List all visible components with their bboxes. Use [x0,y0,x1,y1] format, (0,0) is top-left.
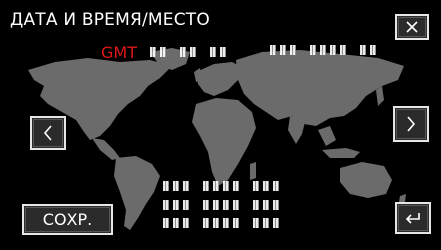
close-button[interactable] [395,14,429,40]
return-button[interactable] [395,202,431,234]
save-button[interactable]: СОХР. [22,204,113,235]
return-icon [403,210,423,226]
close-icon [405,20,419,34]
timezone-offset-masked [150,47,226,57]
city-line-1-masked [163,181,279,191]
city-line-3-masked [163,218,279,228]
timezone-label: GMT [101,43,137,62]
screen-title: ДАТА И ВРЕМЯ/МЕСТО [10,10,210,30]
previous-region-button[interactable] [30,116,66,150]
chevron-right-icon [405,115,417,133]
region-name-masked [270,45,376,55]
next-region-button[interactable] [393,106,429,142]
date-time-location-screen: ДАТА И ВРЕМЯ/МЕСТО GMT СОХР. [0,0,441,250]
city-line-2-masked [163,200,279,210]
chevron-left-icon [42,124,54,142]
